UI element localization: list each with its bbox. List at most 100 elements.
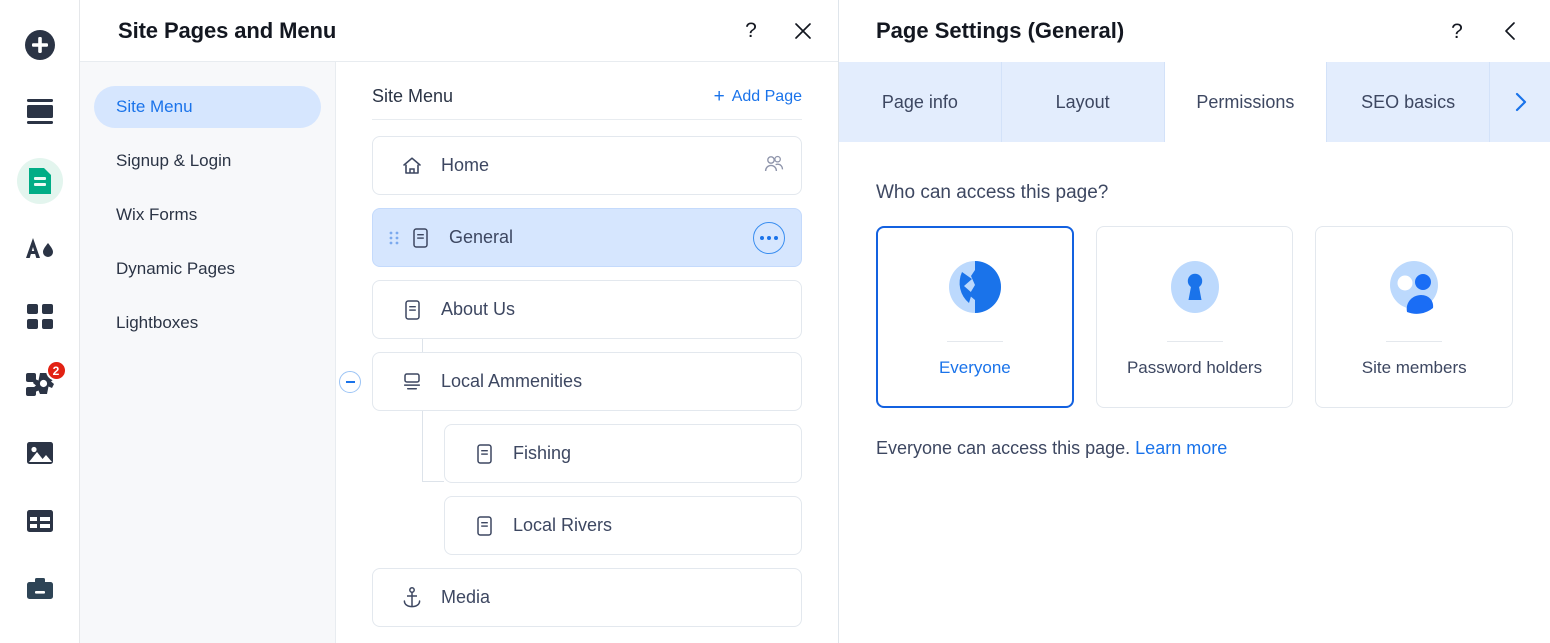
tab-layout[interactable]: Layout [1002, 62, 1165, 142]
sidebar-item-lightboxes[interactable]: Lightboxes [94, 302, 321, 344]
image-icon [25, 440, 55, 466]
editor-left-rail: 2 [0, 0, 80, 643]
help-icon[interactable]: ? [738, 18, 764, 44]
sidebar-item-site-menu[interactable]: Site Menu [94, 86, 321, 128]
access-note: Everyone can access this page. Learn mor… [876, 438, 1513, 459]
permission-label: Everyone [938, 358, 1011, 377]
layers-icon [24, 98, 56, 128]
page-tree-header: Site Menu + Add Page [372, 86, 802, 120]
sidebar-item-wix-forms[interactable]: Wix Forms [94, 194, 321, 236]
help-icon[interactable]: ? [1444, 18, 1470, 44]
rail-item-site-design[interactable] [17, 90, 63, 136]
keyhole-icon [1164, 256, 1226, 323]
table-row-folder[interactable]: Local Ammenities [339, 352, 802, 411]
page-settings-panel: Page Settings (General) ? Page info Layo… [839, 0, 1550, 643]
dropdown-folder-icon [399, 371, 425, 393]
permission-option-site-members[interactable]: Site members [1315, 226, 1514, 408]
settings-title: Page Settings (General) [876, 18, 1125, 43]
sidebar-item-label: Signup & Login [116, 151, 232, 170]
tab-permissions[interactable]: Permissions [1164, 62, 1328, 142]
rail-item-app-market[interactable]: 2 [17, 360, 67, 408]
close-icon[interactable] [790, 18, 816, 44]
grid-squares-icon [25, 302, 55, 332]
table-row[interactable]: Home [372, 136, 802, 195]
row-label: Local Ammenities [441, 371, 583, 391]
row-label: Local Rivers [513, 515, 613, 535]
chevron-right-icon[interactable] [1490, 62, 1550, 142]
add-page-button[interactable]: + Add Page [714, 87, 802, 106]
table-row-child[interactable]: Local Rivers [444, 496, 802, 555]
rail-item-site-theme[interactable] [17, 226, 63, 272]
permission-label: Password holders [1126, 358, 1263, 377]
divider [1166, 341, 1223, 342]
tab-label: Layout [1055, 91, 1110, 112]
page-icon [399, 299, 425, 321]
settings-panel-header: Page Settings (General) ? [839, 0, 1550, 62]
page-title: Site Pages and Menu [118, 17, 337, 43]
table-icon [25, 508, 55, 534]
pages-sidebar-nav: Site Menu Signup & Login Wix Forms Dynam… [80, 62, 336, 643]
sidebar-item-label: Lightboxes [116, 313, 199, 332]
tab-label: Permissions [1196, 91, 1295, 112]
row-label: General [449, 227, 514, 247]
more-actions-icon[interactable] [753, 221, 785, 254]
pages-panel-header-actions: ? [738, 18, 816, 44]
chevron-left-icon[interactable] [1498, 18, 1524, 44]
page-tree: Home General About Us Local Ammenities F… [339, 120, 802, 627]
tree-connector-horizontal [422, 481, 444, 482]
tab-seo-basics[interactable]: SEO basics [1327, 62, 1490, 142]
row-label: Home [441, 155, 490, 175]
table-row[interactable]: About Us [372, 280, 802, 339]
tree-header-title: Site Menu [372, 86, 454, 106]
table-row[interactable]: Media [372, 568, 802, 627]
plus-circle-icon [23, 28, 57, 62]
row-label: About Us [441, 299, 516, 319]
table-row-selected[interactable]: General [372, 208, 802, 267]
row-actions [764, 154, 785, 178]
page-icon [471, 515, 497, 537]
table-row-child[interactable]: Fishing [444, 424, 802, 483]
tab-label: Page info [881, 91, 958, 112]
anchor-icon [399, 586, 425, 610]
sidebar-item-dynamic-pages[interactable]: Dynamic Pages [94, 248, 321, 290]
row-label: Fishing [513, 443, 572, 463]
learn-more-link[interactable]: Learn more [1135, 438, 1227, 458]
permission-options: Everyone Password holders Site members [876, 226, 1514, 408]
permission-label: Site members [1361, 358, 1467, 377]
sidebar-item-signup-login[interactable]: Signup & Login [94, 140, 321, 182]
pages-panel-body: Site Menu Signup & Login Wix Forms Dynam… [80, 62, 838, 643]
rail-item-media[interactable] [17, 430, 63, 476]
divider [946, 341, 1003, 342]
settings-tabs: Page info Layout Permissions SEO basics [839, 62, 1550, 142]
rail-item-pages-and-menu[interactable] [16, 158, 63, 204]
permission-option-password-holders[interactable]: Password holders [1095, 226, 1294, 408]
rail-item-add-elements[interactable] [17, 22, 63, 68]
collapse-toggle-icon[interactable] [339, 370, 361, 393]
tab-page-info[interactable]: Page info [839, 62, 1002, 142]
rail-item-content-manager[interactable] [17, 498, 63, 544]
page-icon [471, 443, 497, 465]
access-question: Who can access this page? [876, 182, 1109, 203]
rail-item-business-tools[interactable] [17, 566, 63, 612]
text-and-color-icon [24, 234, 56, 264]
row-actions [753, 221, 785, 254]
people-icon [1383, 256, 1445, 323]
rail-item-apps[interactable] [17, 294, 63, 340]
pages-panel-header: Site Pages and Menu ? [80, 0, 838, 62]
add-page-label: Add Page [731, 87, 802, 105]
page-icon [407, 227, 433, 249]
members-icon[interactable] [764, 154, 785, 178]
sidebar-item-label: Site Menu [116, 97, 193, 116]
divider [1386, 341, 1443, 342]
settings-content: Who can access this page? Everyone Passw… [839, 142, 1550, 459]
page-document-icon [27, 166, 53, 196]
app-market-badge: 2 [45, 360, 67, 381]
settings-header-actions: ? [1444, 18, 1524, 44]
app-root: 2 Site Pages and Menu ? Site Menu Signup… [0, 0, 1550, 643]
sidebar-item-label: Dynamic Pages [116, 259, 236, 278]
globe-icon [944, 256, 1006, 323]
briefcase-icon [25, 576, 55, 602]
page-tree-column: Site Menu + Add Page Home General About … [336, 62, 838, 643]
permission-option-everyone[interactable]: Everyone [876, 226, 1074, 408]
drag-handle-icon[interactable] [387, 230, 401, 246]
